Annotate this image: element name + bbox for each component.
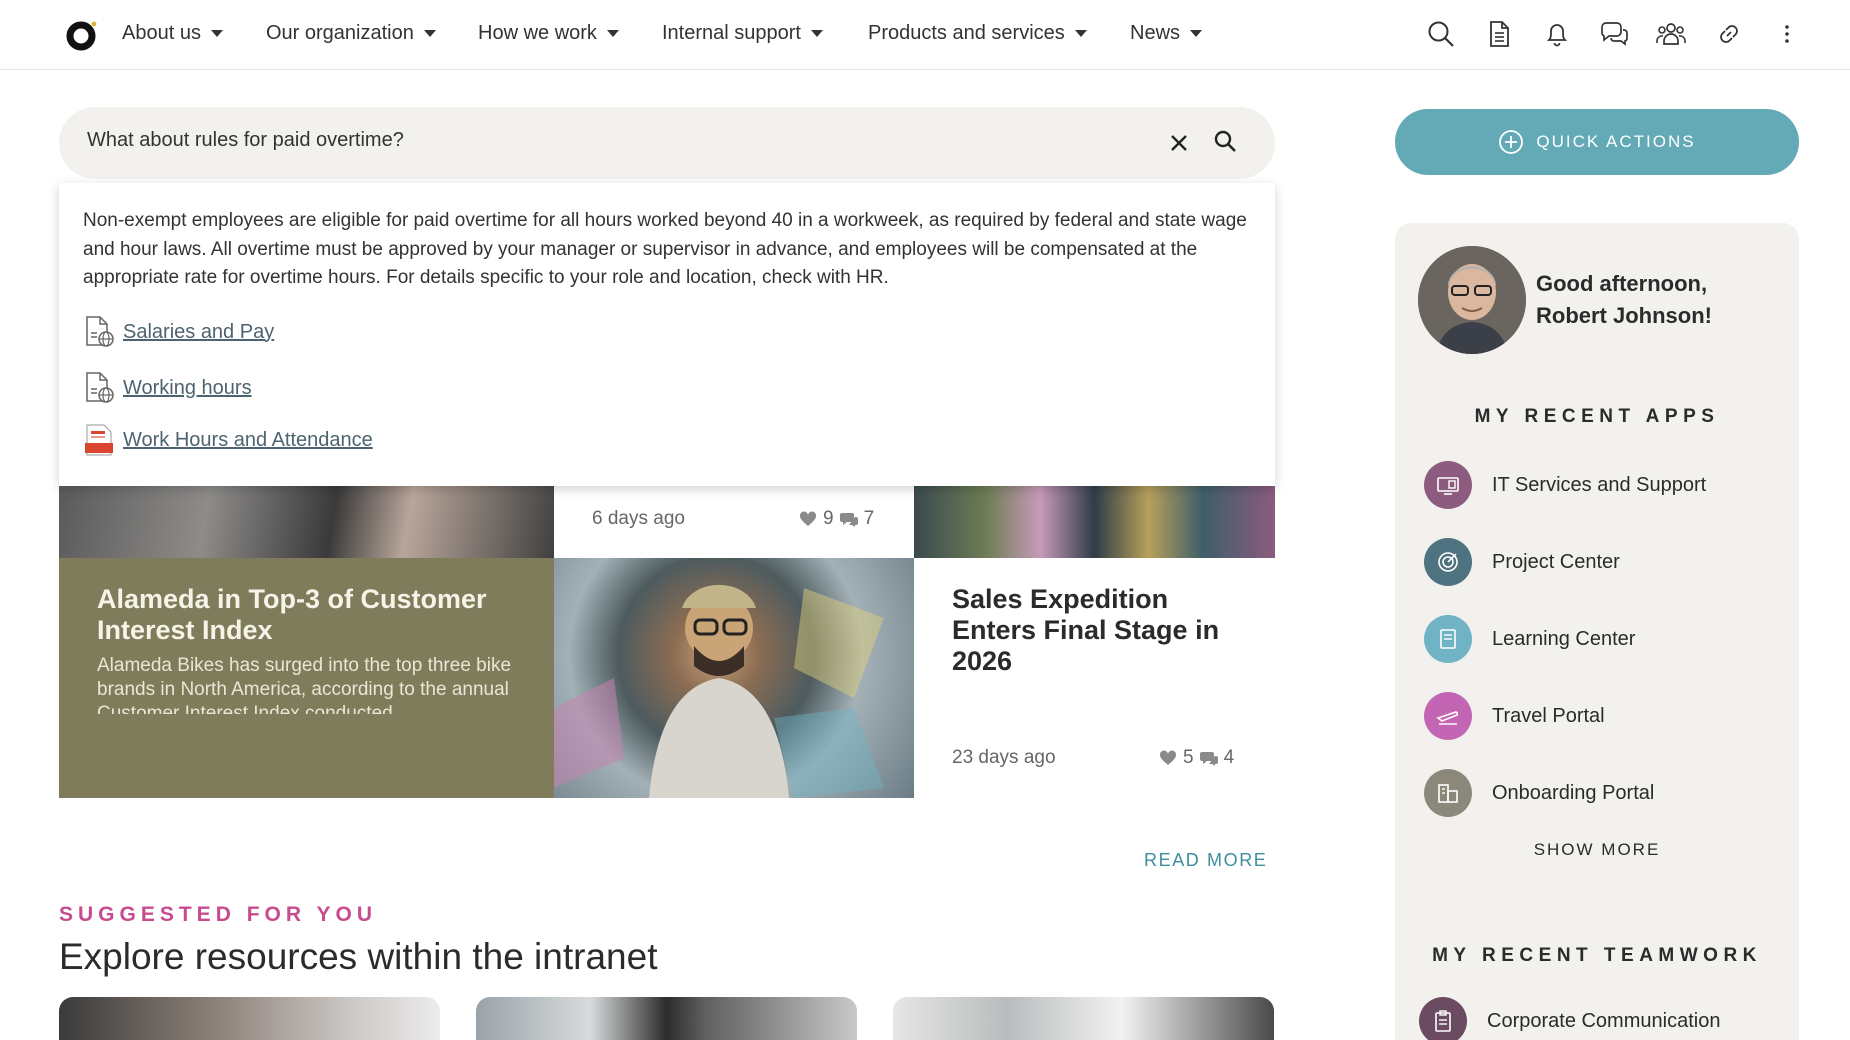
- nav-label: How we work: [478, 22, 597, 44]
- source-link-work-hours-and-attendance[interactable]: Work Hours and Attendance: [83, 423, 373, 457]
- read-more-link[interactable]: READ MORE: [1144, 850, 1267, 871]
- close-icon[interactable]: [1165, 129, 1193, 157]
- nav-label: News: [1130, 22, 1181, 44]
- quick-actions-label: QUICK ACTIONS: [1536, 132, 1696, 151]
- nav-about-us[interactable]: About us: [122, 22, 223, 45]
- news-age: 6 days ago: [592, 508, 685, 529]
- comment-icon[interactable]: [839, 511, 858, 527]
- app-it-services-and-support[interactable]: IT Services and Support: [1424, 461, 1706, 509]
- search-bar: [59, 107, 1275, 179]
- news-age: 23 days ago: [952, 747, 1056, 768]
- recent-apps-heading: MY RECENT APPS: [1474, 406, 1720, 427]
- nav-label: Internal support: [662, 22, 801, 44]
- resource-card[interactable]: [59, 997, 440, 1040]
- search-icon[interactable]: [1211, 127, 1241, 157]
- news-card-featured[interactable]: Alameda in Top-3 of Customer Interest In…: [59, 558, 554, 798]
- news-image-top-right[interactable]: [914, 486, 1275, 558]
- chevron-down-icon: [606, 30, 619, 37]
- nav-internal-support[interactable]: Internal support: [662, 22, 823, 45]
- show-more-button[interactable]: SHOW MORE: [1395, 840, 1799, 860]
- search-answer-panel: Non-exempt employees are eligible for pa…: [59, 183, 1275, 486]
- teamwork-corporate-communication[interactable]: Corporate Communication: [1419, 997, 1720, 1040]
- chevron-down-icon: [423, 30, 436, 37]
- document-icon[interactable]: [1482, 17, 1516, 51]
- building-icon: [1424, 769, 1472, 817]
- app-label: IT Services and Support: [1492, 473, 1707, 496]
- resource-card[interactable]: [476, 997, 857, 1040]
- news-stats: 5 4: [1159, 747, 1234, 769]
- avatar-photo: [1418, 246, 1526, 354]
- app-learning-center[interactable]: Learning Center: [1424, 615, 1635, 663]
- news-card-right[interactable]: Sales Expedition Enters Final Stage in 2…: [914, 558, 1275, 798]
- app-project-center[interactable]: Project Center: [1424, 538, 1620, 586]
- chevron-down-icon: [810, 30, 823, 37]
- app-label: Onboarding Portal: [1492, 781, 1655, 804]
- likes-count: 5: [1183, 747, 1194, 768]
- quick-actions-button[interactable]: QUICK ACTIONS: [1395, 109, 1799, 175]
- news-excerpt: Alameda Bikes has surged into the top th…: [97, 655, 512, 714]
- news-image-top-left[interactable]: [59, 486, 554, 558]
- heart-icon[interactable]: [1159, 750, 1177, 766]
- nav-news[interactable]: News: [1130, 22, 1203, 45]
- answer-text: Non-exempt employees are eligible for pa…: [83, 210, 1247, 288]
- source-link-salaries-and-pay[interactable]: Salaries and Pay: [83, 315, 274, 349]
- suggested-label: SUGGESTED FOR YOU: [59, 903, 377, 926]
- app-label: Project Center: [1492, 550, 1620, 573]
- plane-icon: [1424, 692, 1472, 740]
- app-travel-portal[interactable]: Travel Portal: [1424, 692, 1605, 740]
- search-icon[interactable]: [1424, 17, 1458, 51]
- web-page-icon: [86, 316, 114, 347]
- pdf-document-icon: [85, 424, 113, 456]
- nav-label: Products and services: [868, 22, 1065, 44]
- comment-icon[interactable]: [1199, 750, 1218, 766]
- bell-icon[interactable]: [1540, 17, 1574, 51]
- plus-circle-icon: [1499, 130, 1524, 154]
- nav-how-we-work[interactable]: How we work: [478, 22, 619, 45]
- chevron-down-icon: [1190, 30, 1203, 37]
- clipboard-icon: [1419, 997, 1467, 1040]
- avatar[interactable]: [1418, 246, 1526, 354]
- chevron-down-icon: [1074, 30, 1087, 37]
- computer-icon: [1424, 461, 1472, 509]
- news-image-presenter[interactable]: [554, 558, 914, 798]
- link-icon[interactable]: [1712, 17, 1746, 51]
- sidebar-panel: Good afternoon, Robert Johnson! MY RECEN…: [1395, 223, 1799, 1040]
- search-input[interactable]: [87, 129, 1087, 152]
- target-icon: [1424, 538, 1472, 586]
- app-label: Learning Center: [1492, 627, 1636, 650]
- comments-count: 4: [1223, 747, 1235, 768]
- teamwork-label: Corporate Communication: [1487, 1009, 1721, 1032]
- source-link-working-hours[interactable]: Working hours: [83, 371, 252, 405]
- recent-teamwork-heading: MY RECENT TEAMWORK: [1432, 945, 1762, 966]
- chevron-down-icon: [210, 30, 223, 37]
- nav-products-and-services[interactable]: Products and services: [868, 22, 1087, 45]
- news-title[interactable]: Alameda in Top-3 of Customer Interest In…: [97, 584, 527, 646]
- photo-decor: [554, 584, 884, 798]
- news-stats: 9 7: [799, 508, 874, 530]
- logo-icon[interactable]: [66, 19, 98, 51]
- people-icon[interactable]: [1654, 17, 1688, 51]
- top-navigation: About us Our organization How we work In…: [0, 0, 1850, 70]
- news-title[interactable]: Sales Expedition Enters Final Stage in 2…: [952, 584, 1252, 677]
- nav-label: Our organization: [266, 22, 414, 44]
- app-label: Travel Portal: [1492, 704, 1605, 727]
- nav-our-organization[interactable]: Our organization: [266, 22, 436, 45]
- nav-label: About us: [122, 22, 201, 44]
- greeting: Good afternoon, Robert Johnson!: [1536, 271, 1712, 328]
- book-icon: [1424, 615, 1472, 663]
- suggested-title: Explore resources within the intranet: [59, 936, 658, 977]
- more-vertical-icon[interactable]: [1770, 17, 1804, 51]
- app-onboarding-portal[interactable]: Onboarding Portal: [1424, 769, 1654, 817]
- web-page-icon: [86, 372, 114, 403]
- source-link-label: Salaries and Pay: [123, 320, 275, 343]
- resource-card[interactable]: [893, 997, 1274, 1040]
- source-link-label: Work Hours and Attendance: [123, 428, 373, 451]
- heart-icon[interactable]: [799, 511, 817, 527]
- comments-count: 7: [863, 508, 875, 529]
- news-card-top-middle[interactable]: 6 days ago 9 7: [554, 486, 914, 558]
- chat-icon[interactable]: [1597, 17, 1631, 51]
- source-link-label: Working hours: [123, 376, 252, 399]
- likes-count: 9: [823, 508, 834, 529]
